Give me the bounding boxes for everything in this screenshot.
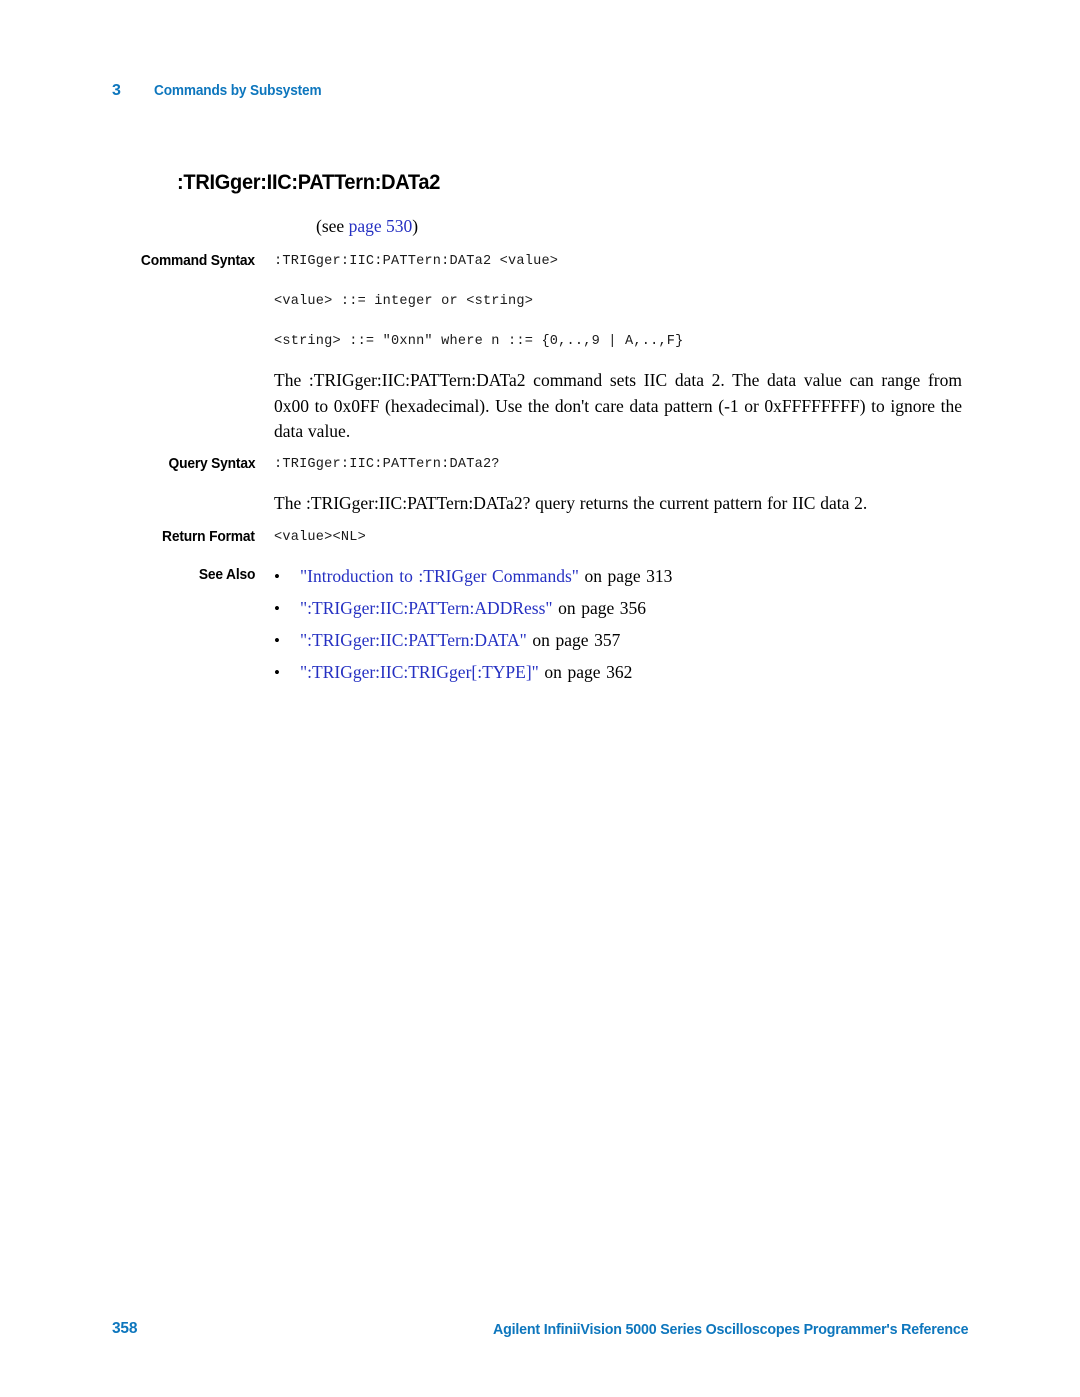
page-530-link[interactable]: page 530 — [349, 216, 413, 236]
command-syntax-line-1: :TRIGger:IIC:PATTern:DATa2 <value> — [274, 254, 559, 269]
see-also-link[interactable]: ":TRIGger:IIC:PATTern:DATA" — [300, 630, 527, 650]
query-description-text: The :TRIGger:IIC:PATTern:DATa2? query re… — [274, 492, 868, 513]
command-syntax-label: Command Syntax — [0, 252, 255, 269]
command-syntax-row: Command Syntax :TRIGger:IIC:PATTern:DATa… — [0, 252, 1080, 352]
see-reference-row: (see page 530) — [0, 214, 1080, 238]
bullet-icon: • — [274, 567, 280, 586]
document-page: 3 Commands by Subsystem :TRIGger:IIC:PAT… — [0, 0, 1080, 1397]
see-also-link[interactable]: ":TRIGger:IIC:TRIGger[:TYPE]" — [300, 662, 539, 682]
return-format-content: <value><NL> — [255, 528, 1080, 548]
query-syntax-label-text: Query Syntax — [168, 454, 255, 472]
see-reference-line: (see page 530) — [274, 214, 1080, 238]
see-also-page: on page 357 — [532, 630, 621, 650]
list-item: • ":TRIGger:IIC:TRIGger[:TYPE]" on page … — [274, 662, 1080, 683]
query-description-row: The :TRIGger:IIC:PATTern:DATa2? query re… — [0, 491, 1080, 517]
running-header: 3 Commands by Subsystem — [112, 82, 332, 100]
see-also-page: on page 313 — [584, 566, 673, 586]
chapter-title: Commands by Subsystem — [154, 83, 322, 99]
command-syntax-line-3: <string> ::= "0xnn" where n ::= {0,..,9 … — [274, 334, 684, 349]
see-reference-prefix: (see — [316, 216, 349, 236]
return-format-row: Return Format <value><NL> — [0, 528, 1080, 548]
see-also-link[interactable]: "Introduction to :TRIGger Commands" — [300, 566, 579, 586]
query-description-content: The :TRIGger:IIC:PATTern:DATa2? query re… — [255, 491, 1080, 517]
see-also-page: on page 356 — [558, 598, 647, 618]
see-reference-suffix: ) — [412, 216, 419, 236]
list-item: • ":TRIGger:IIC:PATTern:ADDRess" on page… — [274, 598, 1080, 619]
command-reference-body: (see page 530) Command Syntax :TRIGger:I… — [0, 214, 1080, 683]
see-also-row: See Also • "Introduction to :TRIGger Com… — [0, 566, 1080, 683]
bullet-icon: • — [274, 631, 280, 650]
see-also-label: See Also — [0, 566, 256, 583]
return-format-line: <value><NL> — [274, 530, 366, 545]
command-description-content: The :TRIGger:IIC:PATTern:DATa2 command s… — [255, 368, 1080, 445]
query-syntax-row: Query Syntax :TRIGger:IIC:PATTern:DATa2? — [0, 455, 1080, 475]
footer-document-title: Agilent InfiniiVision 5000 Series Oscill… — [492, 1321, 969, 1338]
footer-page-number: 358 — [112, 1320, 138, 1337]
see-also-content: • "Introduction to :TRIGger Commands" on… — [255, 566, 1080, 683]
list-item: • "Introduction to :TRIGger Commands" on… — [274, 566, 1080, 587]
see-also-link[interactable]: ":TRIGger:IIC:PATTern:ADDRess" — [300, 598, 553, 618]
see-also-page: on page 362 — [544, 662, 633, 682]
command-description-row: The :TRIGger:IIC:PATTern:DATa2 command s… — [0, 368, 1080, 445]
see-also-label-text: See Also — [198, 566, 256, 583]
list-item: • ":TRIGger:IIC:PATTern:DATA" on page 35… — [274, 630, 1080, 651]
query-syntax-line: :TRIGger:IIC:PATTern:DATa2? — [274, 456, 500, 472]
command-syntax-content: :TRIGger:IIC:PATTern:DATa2 <value> <valu… — [255, 252, 1080, 352]
page-footer: 358 Agilent InfiniiVision 5000 Series Os… — [0, 1320, 1080, 1346]
return-format-label-text: Return Format — [162, 528, 255, 545]
command-syntax-label-text: Command Syntax — [141, 252, 255, 269]
see-reference-content: (see page 530) — [255, 214, 1080, 238]
command-description-text: The :TRIGger:IIC:PATTern:DATa2 command s… — [274, 370, 962, 441]
bullet-icon: • — [274, 599, 280, 618]
command-syntax-line-2: <value> ::= integer or <string> — [274, 294, 534, 309]
see-also-list: • "Introduction to :TRIGger Commands" on… — [274, 566, 1080, 683]
chapter-number: 3 — [112, 82, 121, 99]
page-title: :TRIGger:IIC:PATTern:DATa2 — [177, 170, 441, 194]
bullet-icon: • — [274, 663, 280, 682]
query-syntax-label: Query Syntax — [0, 455, 255, 472]
return-format-label: Return Format — [0, 528, 255, 545]
query-syntax-content: :TRIGger:IIC:PATTern:DATa2? — [255, 455, 1080, 475]
